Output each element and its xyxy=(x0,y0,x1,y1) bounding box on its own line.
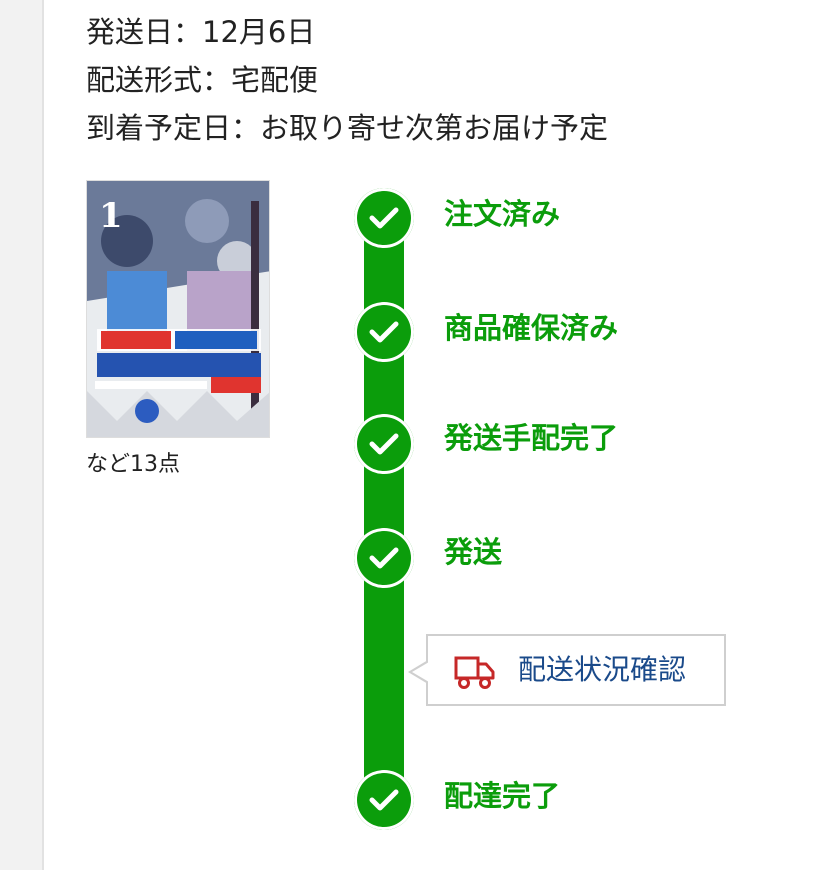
step-delivered-label: 配達完了 xyxy=(444,779,561,813)
step-secured-marker xyxy=(354,302,414,362)
item-count: など13点 xyxy=(86,452,180,477)
product-thumbnail[interactable]: 1 xyxy=(86,180,270,438)
truck-icon xyxy=(454,656,495,689)
step-ordered-label: 注文済み xyxy=(444,197,561,231)
check-icon xyxy=(369,433,399,455)
step-arranged-label: 発送手配完了 xyxy=(444,421,619,455)
check-icon xyxy=(369,321,399,343)
step-shipped-marker xyxy=(354,528,414,588)
tracking-status-button[interactable]: 配送状況確認 xyxy=(408,634,726,706)
book-cover-image: 1 xyxy=(87,181,269,437)
step-secured-label: 商品確保済み xyxy=(444,311,619,345)
arrival-date: 到着予定日：お取り寄せ次第お届け予定 xyxy=(86,111,609,145)
step-arranged-marker xyxy=(354,414,414,474)
ship-date: 発送日：12月6日 xyxy=(86,15,316,49)
step-shipped-label: 発送 xyxy=(444,535,503,569)
step-ordered-marker xyxy=(354,188,414,248)
delivery-method: 配送形式：宅配便 xyxy=(86,63,319,97)
tracking-status-label: 配送状況確認 xyxy=(518,653,687,686)
left-border xyxy=(0,0,44,870)
check-icon xyxy=(369,547,399,569)
check-icon xyxy=(369,789,399,811)
check-icon xyxy=(369,207,399,229)
step-delivered-marker xyxy=(354,770,414,830)
cover-volume-number: 1 xyxy=(99,196,123,236)
